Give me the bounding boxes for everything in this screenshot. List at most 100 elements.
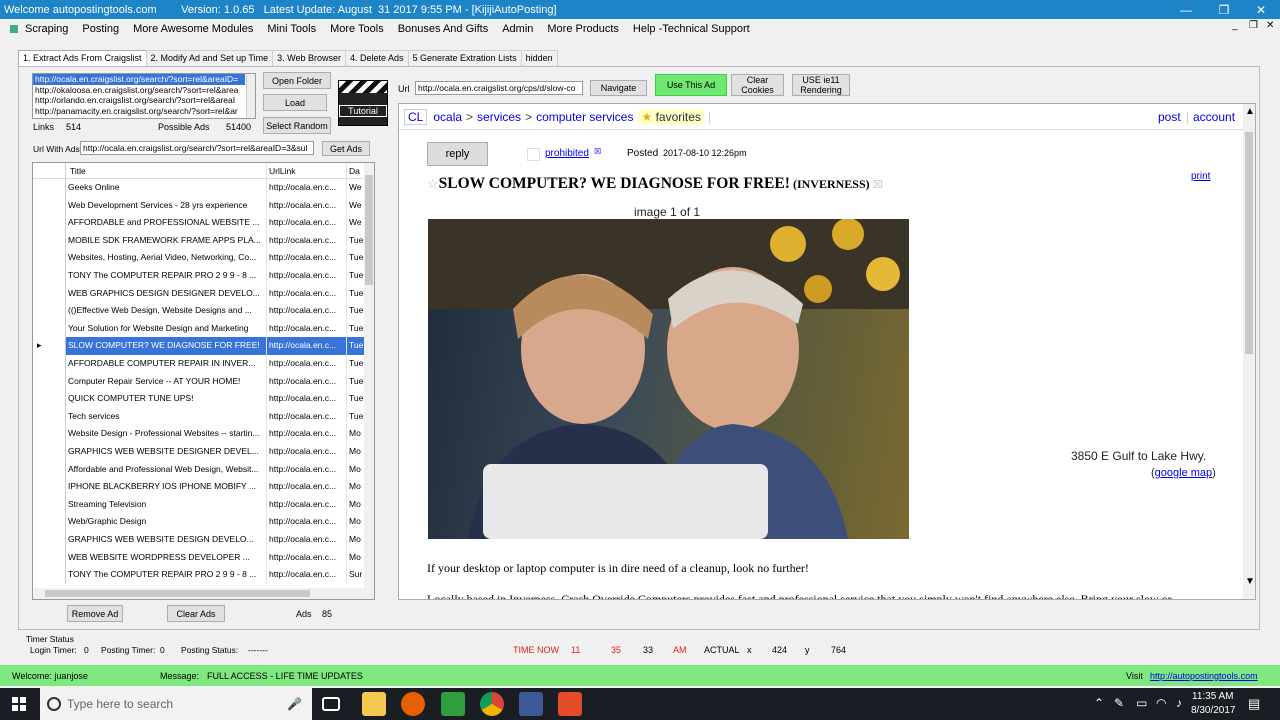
app-running-icon[interactable] xyxy=(519,692,543,716)
cell-date[interactable]: Tue xyxy=(347,249,365,267)
cell-title[interactable]: GRAPHICS WEB WEBSITE DESIGN DEVELO... xyxy=(66,531,267,549)
browser-url-input[interactable]: http://ocala.en.craigslist.org/cps/d/slo… xyxy=(415,81,583,95)
file-explorer-icon[interactable] xyxy=(362,692,386,716)
mdi-restore-button[interactable]: ❐ xyxy=(1249,20,1258,31)
tray-wifi-icon[interactable]: ◠ xyxy=(1156,696,1166,710)
row-selector[interactable] xyxy=(33,196,66,215)
hide-posting-icon[interactable]: ☒ xyxy=(873,179,883,191)
cell-urllink[interactable]: http://ocala.en.c... xyxy=(267,231,347,250)
tab-hidden[interactable]: hidden xyxy=(520,50,558,66)
row-selector[interactable] xyxy=(33,214,66,232)
prohibited-link[interactable]: prohibited xyxy=(545,148,589,159)
scroll-up-icon[interactable]: ▲ xyxy=(1245,106,1255,117)
google-map-link[interactable]: google map xyxy=(1155,467,1213,479)
table-row[interactable]: TONY The COMPUTER REPAIR PRO 2 9 9 - 8 .… xyxy=(33,267,365,285)
table-row[interactable]: Web/Graphic Design http://ocala.en.c... Mo xyxy=(33,513,365,531)
cell-urllink[interactable]: http://ocala.en.c... xyxy=(267,302,347,320)
cell-date[interactable]: Mo xyxy=(347,495,365,514)
menu-more-awesome-modules[interactable]: More Awesome Modules xyxy=(126,23,260,35)
cell-title[interactable]: WEB WEBSITE WORDPRESS DEVELOPER ... xyxy=(66,548,267,567)
breadcrumb-ocala[interactable]: ocala xyxy=(433,110,462,124)
print-link[interactable]: print xyxy=(1191,171,1210,182)
url-with-ads-input[interactable]: http://ocala.en.craigslist.org/search/?s… xyxy=(80,141,314,155)
cell-urllink[interactable]: http://ocala.en.c... xyxy=(267,214,347,232)
use-ie11-button[interactable]: USE ie11 Rendering xyxy=(792,74,850,96)
get-ads-button[interactable]: Get Ads xyxy=(322,141,370,156)
taskbar-clock-time[interactable]: 11:35 AM xyxy=(1192,691,1234,702)
row-selector[interactable] xyxy=(33,495,66,514)
url-listbox[interactable]: http://ocala.en.craigslist.org/search/?s… xyxy=(32,73,256,119)
cell-date[interactable]: We xyxy=(347,196,365,215)
tray-chevron-icon[interactable]: ⌃ xyxy=(1094,696,1104,710)
cell-title[interactable]: QUICK COMPUTER TUNE UPS! xyxy=(66,390,267,408)
cell-title[interactable]: IPHONE BLACKBERRY IOS IPHONE MOBIFY ... xyxy=(66,478,267,496)
cell-urllink[interactable]: http://ocala.en.c... xyxy=(267,407,347,426)
cell-urllink[interactable]: http://ocala.en.c... xyxy=(267,372,347,391)
table-row[interactable]: MOBILE SDK FRAMEWORK FRAME APPS PLA... ht… xyxy=(33,231,365,250)
cell-urllink[interactable]: http://ocala.en.c... xyxy=(267,443,347,461)
tab-delete-ads[interactable]: 4. Delete Ads xyxy=(344,50,409,66)
row-selector[interactable] xyxy=(33,460,66,479)
row-selector[interactable] xyxy=(33,425,66,443)
table-row[interactable]: WEB WEBSITE WORDPRESS DEVELOPER ... http:… xyxy=(33,548,365,567)
cell-date[interactable]: Tue xyxy=(347,407,365,426)
table-row[interactable]: Web Development Services - 28 yrs experi… xyxy=(33,196,365,215)
row-selector[interactable] xyxy=(33,231,66,250)
table-row[interactable]: (()Effective Web Design, Website Designs… xyxy=(33,302,365,320)
cell-date[interactable]: We xyxy=(347,179,365,197)
cell-title[interactable]: AFFORDABLE and PROFESSIONAL WEBSITE ... xyxy=(66,214,267,232)
remove-ad-button[interactable]: Remove Ad xyxy=(67,605,123,622)
url-list-item[interactable]: http://okaloosa.en.craigslist.org/search… xyxy=(33,85,245,96)
taskbar-search-box[interactable]: Type here to search 🎤 xyxy=(40,688,312,720)
cell-urllink[interactable]: http://ocala.en.c... xyxy=(267,425,347,443)
navigate-button[interactable]: Navigate xyxy=(590,80,647,96)
tutorial-button[interactable]: Tutorial xyxy=(338,80,388,126)
table-row[interactable]: Geeks Online http://ocala.en.c... We xyxy=(33,179,365,197)
camtasia-icon[interactable] xyxy=(441,692,465,716)
posting-photo[interactable] xyxy=(428,219,909,539)
cell-date[interactable]: Mo xyxy=(347,513,365,531)
cell-title[interactable]: Geeks Online xyxy=(66,179,267,197)
use-this-ad-button[interactable]: Use This Ad xyxy=(655,74,727,96)
cell-date[interactable]: Mo xyxy=(347,425,365,443)
cell-urllink[interactable]: http://ocala.en.c... xyxy=(267,284,347,303)
open-folder-button[interactable]: Open Folder xyxy=(263,72,331,89)
table-row[interactable]: Streaming Television http://ocala.en.c...… xyxy=(33,495,365,514)
row-selector[interactable]: ▸ xyxy=(33,337,66,355)
cell-date[interactable]: Mo xyxy=(347,531,365,549)
cell-title[interactable]: MOBILE SDK FRAMEWORK FRAME APPS PLA... xyxy=(66,231,267,250)
cell-urllink[interactable]: http://ocala.en.c... xyxy=(267,531,347,549)
cell-title[interactable]: Affordable and Professional Web Design, … xyxy=(66,460,267,479)
row-selector[interactable] xyxy=(33,372,66,391)
cell-date[interactable]: Tue xyxy=(347,284,365,303)
cell-date[interactable]: Mo xyxy=(347,460,365,479)
tray-pen-icon[interactable]: ✎ xyxy=(1114,696,1124,710)
row-selector[interactable] xyxy=(33,355,66,373)
row-selector[interactable] xyxy=(33,407,66,426)
table-row[interactable]: WEB GRAPHICS DESIGN DESIGNER DEVELO... ht… xyxy=(33,284,365,303)
clear-ads-button[interactable]: Clear Ads xyxy=(167,605,225,622)
cell-urllink[interactable]: http://ocala.en.c... xyxy=(267,390,347,408)
url-list-item[interactable]: http://ocala.en.craigslist.org/search/?s… xyxy=(33,74,245,85)
table-row[interactable]: Website Design - Professional Websites -… xyxy=(33,425,365,443)
table-row[interactable]: Websites, Hosting, Aerial Video, Network… xyxy=(33,249,365,267)
cell-urllink[interactable]: http://ocala.en.c... xyxy=(267,267,347,285)
cell-date[interactable]: Tue xyxy=(347,390,365,408)
browser-vscrollbar[interactable]: ▲ ▼ xyxy=(1243,104,1255,599)
column-header-date[interactable]: Da xyxy=(347,163,365,181)
reply-button[interactable]: reply xyxy=(427,142,488,166)
table-row[interactable]: Tech services http://ocala.en.c... Tue xyxy=(33,407,365,426)
cell-urllink[interactable]: http://ocala.en.c... xyxy=(267,548,347,567)
menu-posting[interactable]: Posting xyxy=(75,23,126,35)
cell-date[interactable]: Tue xyxy=(347,319,365,338)
table-row[interactable]: Your Solution for Website Design and Mar… xyxy=(33,319,365,338)
cell-urllink[interactable]: http://ocala.en.c... xyxy=(267,566,347,584)
cell-title[interactable]: GRAPHICS WEB WEBSITE DESIGNER DEVEL... xyxy=(66,443,267,461)
row-selector[interactable] xyxy=(33,443,66,461)
cell-date[interactable]: Sur xyxy=(347,566,365,584)
table-row[interactable]: Affordable and Professional Web Design, … xyxy=(33,460,365,479)
cell-urllink[interactable]: http://ocala.en.c... xyxy=(267,179,347,197)
row-selector[interactable] xyxy=(33,267,66,285)
table-row[interactable]: GRAPHICS WEB WEBSITE DESIGNER DEVEL... ht… xyxy=(33,443,365,461)
cell-urllink[interactable]: http://ocala.en.c... xyxy=(267,196,347,215)
